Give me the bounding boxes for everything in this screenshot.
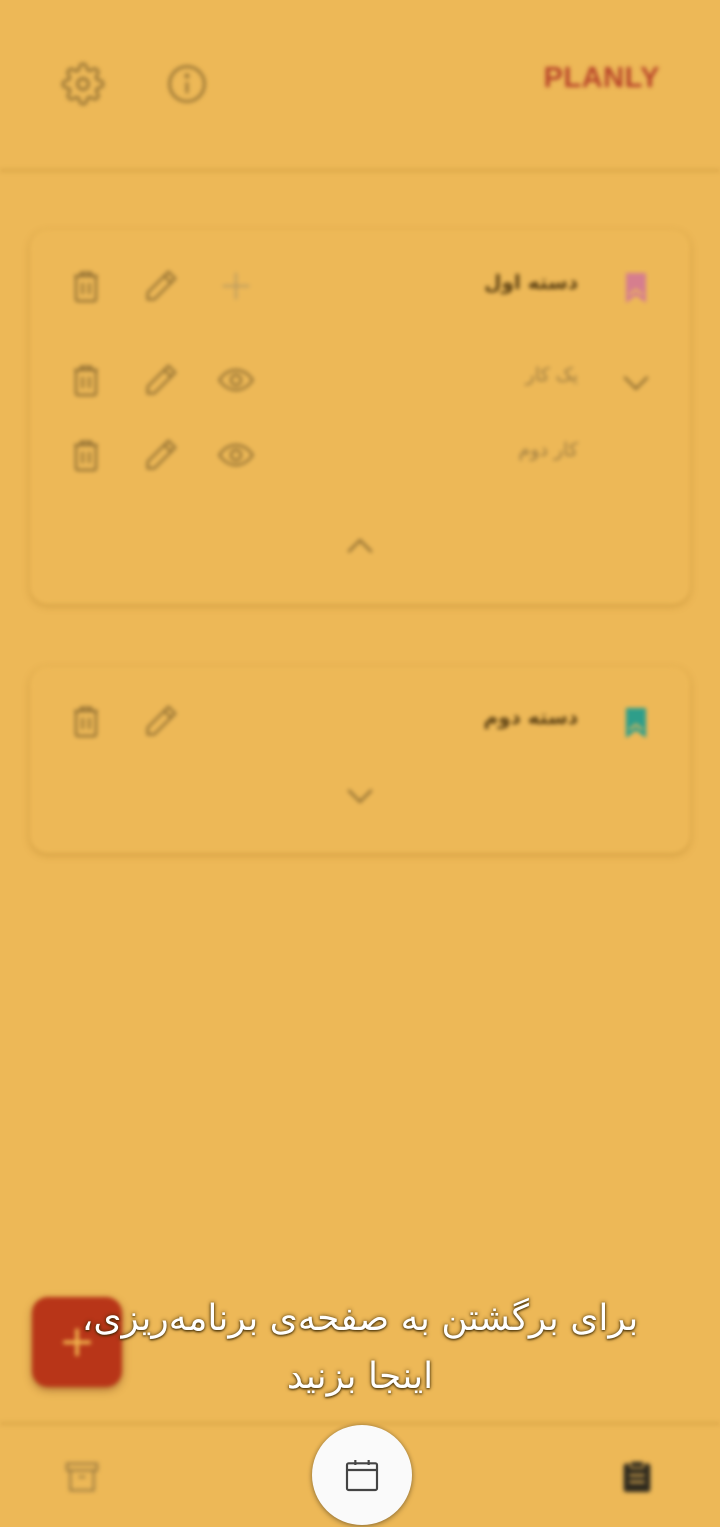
category-header-row[interactable]: دسته اول [30, 256, 690, 316]
add-task-icon[interactable] [216, 266, 256, 306]
category-card: دسته دوم [30, 667, 690, 853]
pencil-icon[interactable] [141, 701, 181, 741]
category-card: دسته اول یک کار کار دوم [30, 230, 690, 604]
tutorial-hint: برای برگشتن به صفحه‌ی برنامه‌ریزی، اینجا… [40, 1290, 680, 1406]
pencil-icon[interactable] [141, 360, 181, 400]
tutorial-hint-line2: اینجا بزنید [286, 1356, 434, 1397]
trash-icon[interactable] [66, 701, 106, 741]
task-title: کار دوم [518, 439, 578, 461]
task-row[interactable]: یک کار [30, 350, 690, 410]
eye-icon[interactable] [216, 435, 256, 475]
eye-icon[interactable] [216, 360, 256, 400]
clipboard-icon[interactable] [617, 1457, 657, 1497]
bookmark-icon [616, 268, 656, 308]
pencil-icon[interactable] [141, 435, 181, 475]
bookmark-icon [616, 703, 656, 743]
trash-icon[interactable] [66, 435, 106, 475]
app-header: PLANLY [0, 0, 720, 172]
trash-icon[interactable] [66, 266, 106, 306]
app-brand: PLANLY [543, 62, 660, 94]
category-header-row[interactable]: دسته دوم [30, 691, 690, 751]
task-row[interactable]: کار دوم [30, 425, 690, 485]
trash-icon[interactable] [66, 360, 106, 400]
chevron-up-icon[interactable] [340, 527, 380, 567]
tutorial-hint-line1: برای برگشتن به صفحه‌ی برنامه‌ریزی، [81, 1298, 639, 1339]
archive-icon[interactable] [62, 1457, 102, 1497]
task-title: یک کار [525, 364, 578, 386]
pencil-icon[interactable] [141, 266, 181, 306]
info-icon[interactable] [165, 62, 209, 106]
chevron-down-icon[interactable] [340, 775, 380, 815]
category-title: دسته اول [484, 270, 578, 294]
category-title: دسته دوم [483, 705, 578, 729]
calendar-icon [345, 1460, 379, 1492]
chevron-down-icon[interactable] [616, 362, 656, 402]
gear-icon[interactable] [61, 62, 105, 106]
calendar-button[interactable] [312, 1425, 412, 1525]
